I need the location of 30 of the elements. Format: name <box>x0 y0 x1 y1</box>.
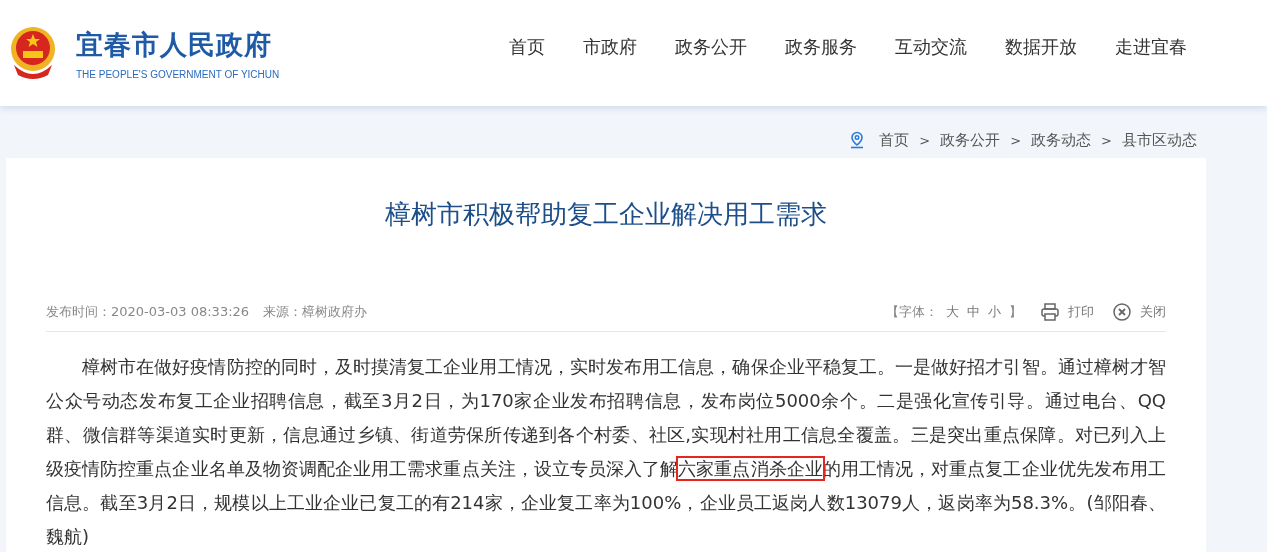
nav-link[interactable]: 走进宜春 <box>1115 35 1187 59</box>
close-link[interactable]: 关闭 <box>1140 303 1166 321</box>
emblem-icon <box>8 25 58 81</box>
breadcrumb-link[interactable]: 政务动态 <box>1031 130 1092 150</box>
article-title: 樟树市积极帮助复工企业解决用工需求 <box>384 198 828 231</box>
article-source: 来源：樟树政府办 <box>263 303 368 321</box>
site-subtitle: THE PEOPLE'S GOVERNMENT OF YICHUN <box>76 68 280 80</box>
breadcrumb-link[interactable]: 政务公开 <box>940 130 1001 150</box>
nav-link[interactable]: 政务公开 <box>675 35 747 59</box>
font-size-link[interactable]: 中 <box>967 303 980 321</box>
location-pin-icon <box>849 131 866 149</box>
font-size-link[interactable]: 大 <box>946 303 959 321</box>
breadcrumb-link[interactable]: 县市区动态 <box>1122 130 1197 150</box>
font-size-bracket: 】 <box>1009 303 1022 321</box>
font-size-label: 【字体： <box>886 303 938 321</box>
close-icon <box>1112 302 1132 322</box>
print-link[interactable]: 打印 <box>1068 303 1094 321</box>
site-name: 宜春市人民政府 <box>76 27 273 62</box>
breadcrumb-separator: > <box>1101 132 1112 148</box>
nav-link[interactable]: 首页 <box>509 35 545 59</box>
nav-link[interactable]: 政务服务 <box>785 35 857 59</box>
breadcrumb-separator: > <box>1010 132 1022 148</box>
nav-link[interactable]: 互动交流 <box>895 35 967 59</box>
font-size-link[interactable]: 小 <box>988 303 1001 321</box>
breadcrumb-link[interactable]: 首页 <box>879 130 910 150</box>
printer-icon <box>1040 302 1060 322</box>
publish-time: 发布时间：2020-03-03 08:33:26 <box>46 303 250 321</box>
breadcrumb-separator: > <box>919 132 931 148</box>
nav-link[interactable]: 数据开放 <box>1005 35 1077 59</box>
nav-link[interactable]: 市政府 <box>583 35 637 59</box>
